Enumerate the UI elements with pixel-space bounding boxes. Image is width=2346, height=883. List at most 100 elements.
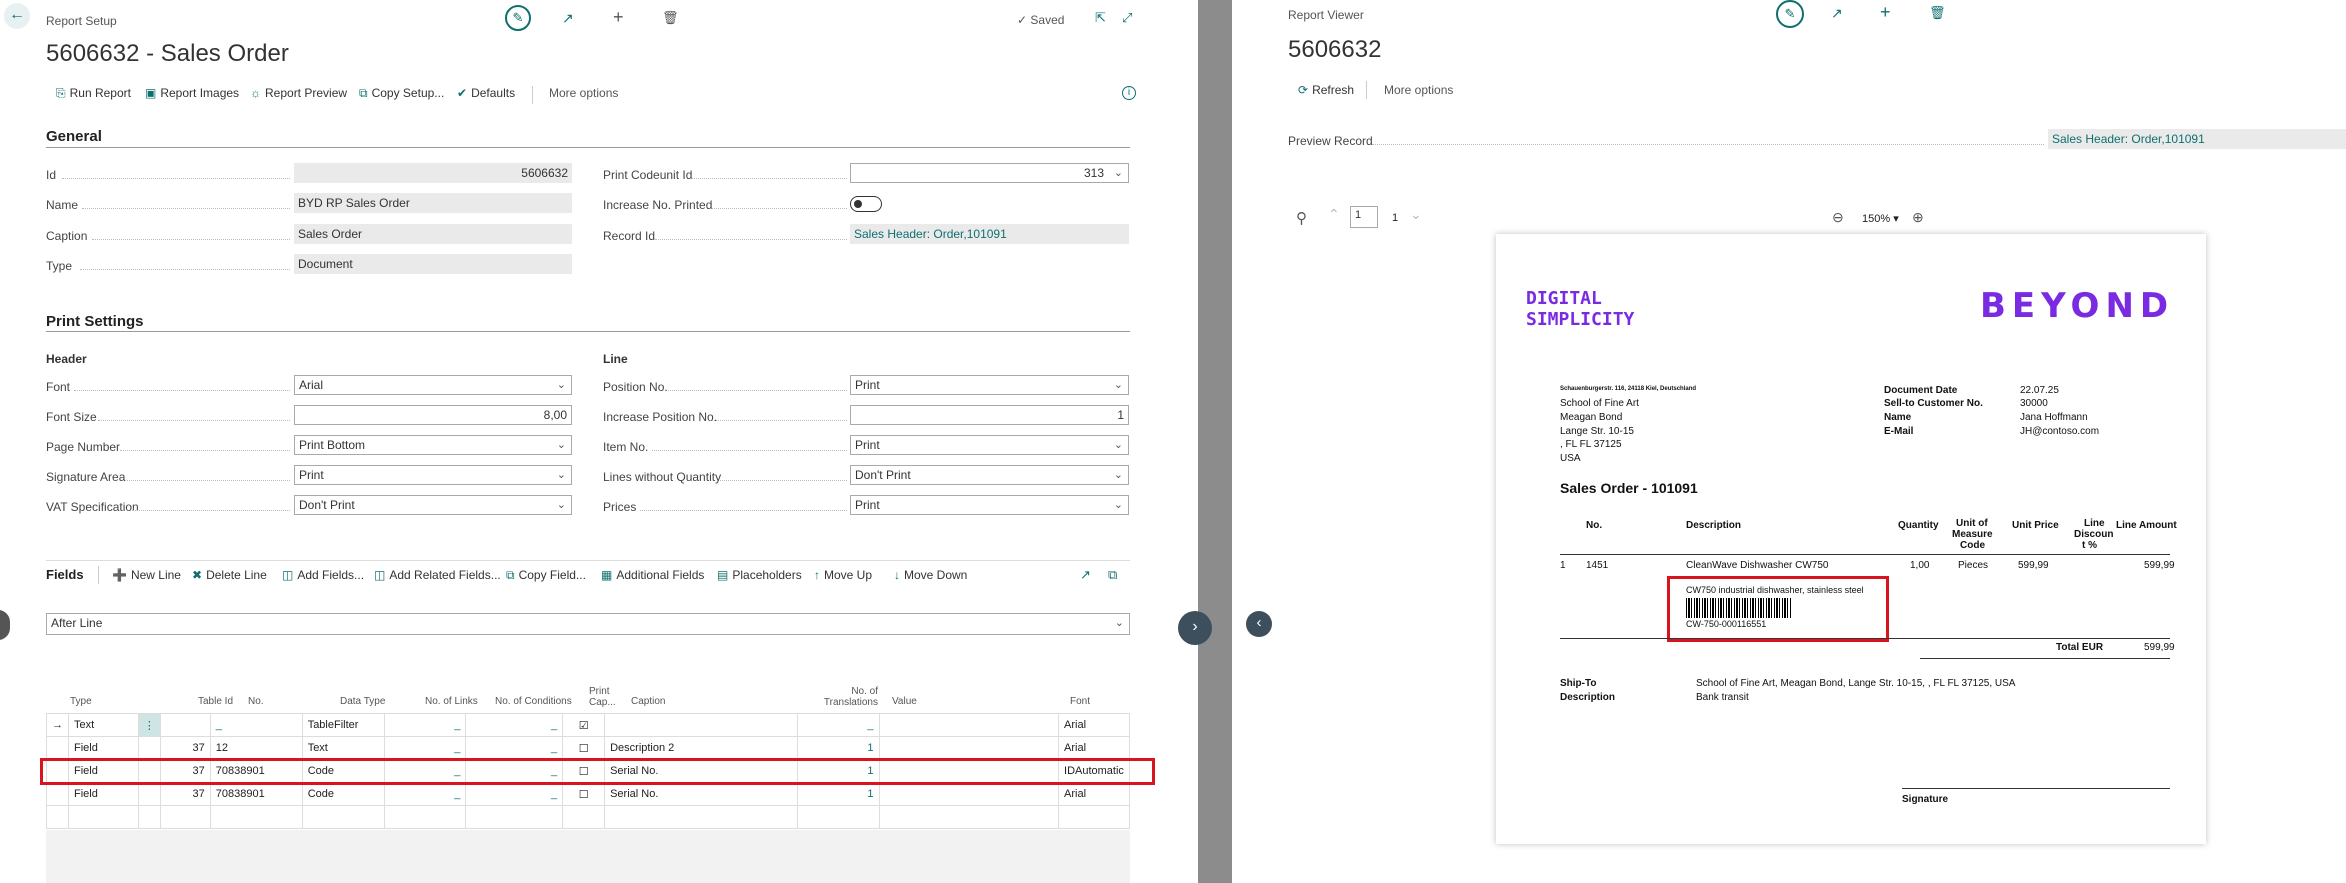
position-select[interactable]: After Line ⌄ — [46, 613, 1130, 635]
info-icon[interactable]: i — [1122, 86, 1136, 100]
zoom-in-icon[interactable]: ⊕ — [1912, 209, 1924, 226]
value-cell[interactable] — [878, 782, 1060, 806]
additional-fields-button[interactable]: ▦ Additional Fields — [601, 568, 704, 588]
collapse-icon[interactable]: ⤢ — [1122, 10, 1132, 26]
new-line-button[interactable]: ➕ New Line — [112, 568, 181, 588]
preview-record-field[interactable]: Sales Header: Order,101091 — [2048, 129, 2346, 149]
table-row[interactable] — [46, 805, 1130, 829]
type-field[interactable]: Document — [294, 254, 572, 274]
no-translations-cell[interactable]: 1 — [796, 736, 880, 760]
defaults-button[interactable]: ✔ Defaults — [457, 86, 515, 106]
table-id-cell[interactable]: 37 — [159, 736, 211, 760]
expand-icon[interactable]: ⧉ — [1108, 567, 1117, 583]
no-cell[interactable]: 70838901 — [209, 782, 303, 806]
col-no[interactable]: No. — [248, 696, 264, 707]
no-cell[interactable]: 12 — [209, 736, 303, 760]
report-images-button[interactable]: ▣ Report Images — [145, 86, 239, 106]
search-icon[interactable]: ⚲ — [1296, 209, 1307, 227]
col-table-id[interactable]: Table Id — [198, 696, 233, 707]
caption-field[interactable]: Sales Order — [294, 224, 572, 244]
caption-cell[interactable]: Serial No. — [604, 782, 798, 806]
col-value[interactable]: Value — [892, 696, 917, 707]
move-up-button[interactable]: ↑ Move Up — [814, 568, 872, 588]
split-divider[interactable]: › — [1178, 0, 1232, 883]
font-select[interactable]: Arial ⌄ — [294, 375, 572, 395]
prices-select[interactable]: Print ⌄ — [850, 495, 1129, 515]
value-cell[interactable] — [878, 713, 1060, 737]
record-id-field[interactable]: Sales Header: Order,101091 — [850, 224, 1129, 244]
refresh-button[interactable]: ⟳ Refresh — [1298, 83, 1354, 103]
font-cell[interactable]: Arial — [1058, 736, 1130, 760]
print-caption-checkbox[interactable]: ☑ — [562, 713, 606, 737]
chevron-right-icon[interactable]: › — [1178, 611, 1212, 645]
no-translations-cell[interactable]: _ — [796, 713, 880, 737]
print-codeunit-field[interactable]: 313 ⌄ — [850, 163, 1129, 183]
increase-printed-toggle[interactable] — [850, 196, 882, 212]
no-conditions-cell[interactable]: _ — [465, 782, 564, 806]
collapse-left-icon[interactable] — [0, 610, 10, 640]
caption-cell[interactable]: Description 2 — [604, 736, 798, 760]
table-id-cell[interactable]: 37 — [159, 782, 211, 806]
table-row[interactable]: → Text ⋮ _ TableFilter _ _ ☑ _ Arial — [46, 713, 1130, 737]
table-row[interactable]: Field 37 12 Text _ _ ☐ Description 2 1 A… — [46, 736, 1130, 760]
chevron-left-icon[interactable]: ‹ — [1246, 611, 1272, 637]
table-id-cell[interactable] — [159, 713, 211, 737]
no-conditions-cell[interactable]: _ — [465, 713, 564, 737]
zoom-select[interactable]: 150% ▾ — [1862, 212, 1899, 225]
item-no-select[interactable]: Print ⌄ — [850, 435, 1129, 455]
no-links-cell[interactable]: _ — [383, 736, 467, 760]
no-links-cell[interactable]: _ — [383, 713, 467, 737]
add-icon[interactable]: + — [1880, 2, 1891, 23]
data-type-cell[interactable]: Code — [301, 782, 385, 806]
col-caption[interactable]: Caption — [631, 696, 665, 707]
edit-icon[interactable]: ✎ — [505, 5, 531, 31]
add-icon[interactable]: + — [613, 7, 624, 28]
delete-line-button[interactable]: ✖ Delete Line — [192, 568, 267, 588]
value-cell[interactable] — [878, 736, 1060, 760]
col-type[interactable]: Type — [70, 696, 92, 707]
data-type-cell[interactable]: Text — [301, 736, 385, 760]
col-no-conditions[interactable]: No. of Conditions — [495, 696, 572, 707]
type-cell[interactable]: Text — [68, 713, 139, 737]
lines-without-quantity-select[interactable]: Don't Print ⌄ — [850, 465, 1129, 485]
page-number-select[interactable]: Print Bottom ⌄ — [294, 435, 572, 455]
placeholders-button[interactable]: ▤ Placeholders — [717, 568, 802, 588]
run-report-button[interactable]: ⎘ Run Report — [56, 86, 131, 106]
print-caption-checkbox[interactable]: ☐ — [562, 782, 606, 806]
row-menu-icon[interactable]: ⋮ — [137, 713, 161, 737]
zoom-out-icon[interactable]: ⊖ — [1832, 209, 1844, 226]
font-cell[interactable]: Arial — [1058, 782, 1130, 806]
table-row[interactable]: Field 37 70838901 Code _ _ ☐ Serial No. … — [46, 782, 1130, 806]
page-number-input[interactable]: 1 — [1350, 206, 1378, 228]
add-related-fields-button[interactable]: ◫ Add Related Fields... — [374, 568, 501, 588]
type-cell[interactable]: Field — [68, 736, 139, 760]
no-translations-cell[interactable]: 1 — [796, 782, 880, 806]
copy-field-button[interactable]: ⧉ Copy Field... — [506, 568, 586, 588]
col-no-links[interactable]: No. of Links — [425, 696, 478, 707]
increase-position-input[interactable]: 1 — [850, 405, 1129, 425]
more-options-button[interactable]: More options — [549, 86, 618, 106]
delete-icon[interactable]: 🗑 — [662, 10, 679, 26]
no-conditions-cell[interactable]: _ — [465, 736, 564, 760]
edit-icon[interactable]: ✎ — [1776, 0, 1804, 28]
print-caption-checkbox[interactable]: ☐ — [562, 736, 606, 760]
delete-icon[interactable]: 🗑 — [1929, 5, 1946, 21]
no-links-cell[interactable]: _ — [383, 782, 467, 806]
col-data-type[interactable]: Data Type — [340, 696, 385, 707]
signature-area-select[interactable]: Print ⌄ — [294, 465, 572, 485]
col-font[interactable]: Font — [1070, 696, 1090, 707]
copy-setup-button[interactable]: ⧉ Copy Setup... — [359, 86, 444, 106]
data-type-cell[interactable]: TableFilter — [301, 713, 385, 737]
share-icon[interactable]: ↗ — [1080, 567, 1091, 583]
back-button[interactable]: ← — [4, 3, 30, 29]
more-options-button[interactable]: More options — [1384, 83, 1453, 103]
vat-specification-select[interactable]: Don't Print ⌄ — [294, 495, 572, 515]
name-field[interactable]: BYD RP Sales Order — [294, 193, 572, 213]
font-size-input[interactable]: 8,00 — [294, 405, 572, 425]
share-icon[interactable]: ↗ — [1831, 5, 1843, 22]
col-no-translations[interactable]: No. of Translations — [812, 686, 878, 708]
report-preview-button[interactable]: ☼ Report Preview — [250, 86, 347, 106]
col-print-caption[interactable]: Print Cap... — [589, 686, 616, 708]
caption-cell[interactable] — [604, 713, 798, 737]
open-new-window-icon[interactable]: ⇱ — [1095, 10, 1106, 26]
